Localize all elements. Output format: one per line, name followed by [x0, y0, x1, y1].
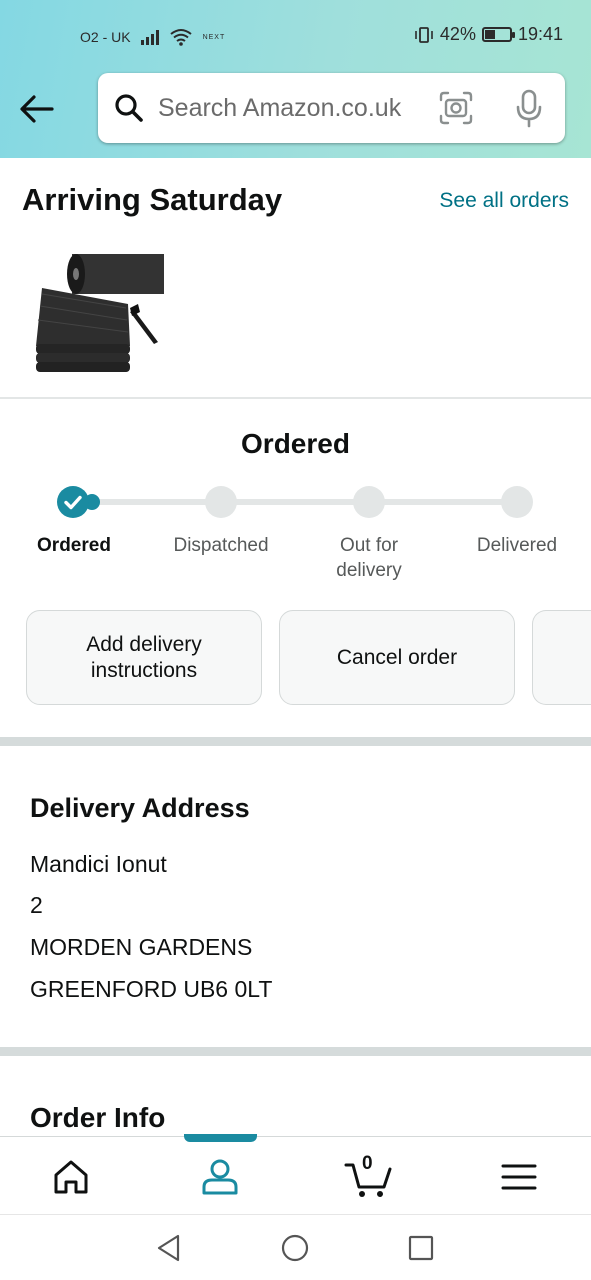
camera-scan-icon[interactable]: [438, 90, 474, 126]
step-dot-ordered: [57, 486, 89, 518]
microphone-icon[interactable]: [512, 88, 546, 128]
address-line: MORDEN GARDENS: [30, 934, 253, 960]
cart-button[interactable]: 0: [344, 1153, 394, 1199]
cancel-order-button[interactable]: Cancel order: [279, 610, 515, 705]
app-header: O2 - UK NEXT 42% 19:41: [0, 0, 591, 158]
carrier-label: O2 - UK: [80, 29, 131, 45]
address-line: GREENFORD UB6 0LT: [30, 976, 273, 1002]
signal-icon: [140, 29, 159, 45]
search-icon[interactable]: [114, 93, 144, 123]
progress-track: [74, 499, 518, 505]
cart-count: 0: [362, 1153, 373, 1174]
active-tab-indicator: [184, 1134, 257, 1142]
more-actions-button[interactable]: [532, 610, 591, 705]
address-line: 2: [30, 892, 43, 918]
step-label-dispatched: Dispatched: [173, 535, 269, 556]
person-icon[interactable]: [198, 1155, 242, 1199]
section-divider: [0, 737, 591, 746]
network-tag: NEXT: [202, 33, 226, 41]
section-divider: [0, 1047, 591, 1056]
battery-percent: 42%: [439, 24, 476, 44]
check-icon: [64, 495, 82, 510]
home-icon[interactable]: [49, 1155, 93, 1199]
step-label-ordered: Ordered: [37, 535, 111, 556]
vibrate-icon: [415, 26, 433, 43]
add-delivery-instructions-button[interactable]: Add delivery instructions: [26, 610, 262, 705]
step-label-out-for-delivery: Out for delivery: [336, 535, 402, 581]
delivery-address-title: Delivery Address: [30, 793, 250, 823]
see-all-orders-link[interactable]: See all orders: [439, 189, 569, 213]
section-divider: [0, 397, 591, 399]
step-dot-out-for-delivery: [353, 486, 385, 518]
wifi-icon: [169, 29, 192, 46]
step-dot-delivered: [501, 486, 533, 518]
battery-icon: [481, 27, 515, 42]
system-home-icon[interactable]: [280, 1233, 310, 1263]
step-dot-dispatched: [205, 486, 237, 518]
status-bar: O2 - UK NEXT 42% 19:41: [0, 18, 591, 58]
step-label-delivered: Delivered: [476, 535, 558, 556]
order-status-heading: Ordered: [241, 428, 350, 459]
clock: 19:41: [517, 24, 563, 44]
add-delivery-instructions-label: Add delivery instructions: [86, 632, 202, 682]
menu-icon[interactable]: [497, 1155, 541, 1199]
order-info-title: Order Info: [30, 1102, 166, 1133]
address-line: Mandici Ionut: [30, 851, 167, 877]
status-right: 42% 19:41: [414, 24, 563, 45]
product-image[interactable]: [30, 246, 166, 376]
cancel-order-label: Cancel order: [336, 645, 458, 669]
search-input[interactable]: [158, 87, 428, 129]
bottom-nav: 0: [0, 1134, 591, 1214]
progress-tracker: [0, 484, 591, 520]
system-recents-icon[interactable]: [406, 1233, 436, 1263]
status-left: O2 - UK NEXT: [80, 28, 225, 46]
system-back-icon[interactable]: [154, 1233, 184, 1263]
arriving-title: Arriving Saturday: [22, 182, 283, 217]
back-arrow-icon[interactable]: [16, 88, 58, 130]
search-bar[interactable]: [98, 73, 565, 143]
system-nav-bar: [0, 1214, 591, 1280]
